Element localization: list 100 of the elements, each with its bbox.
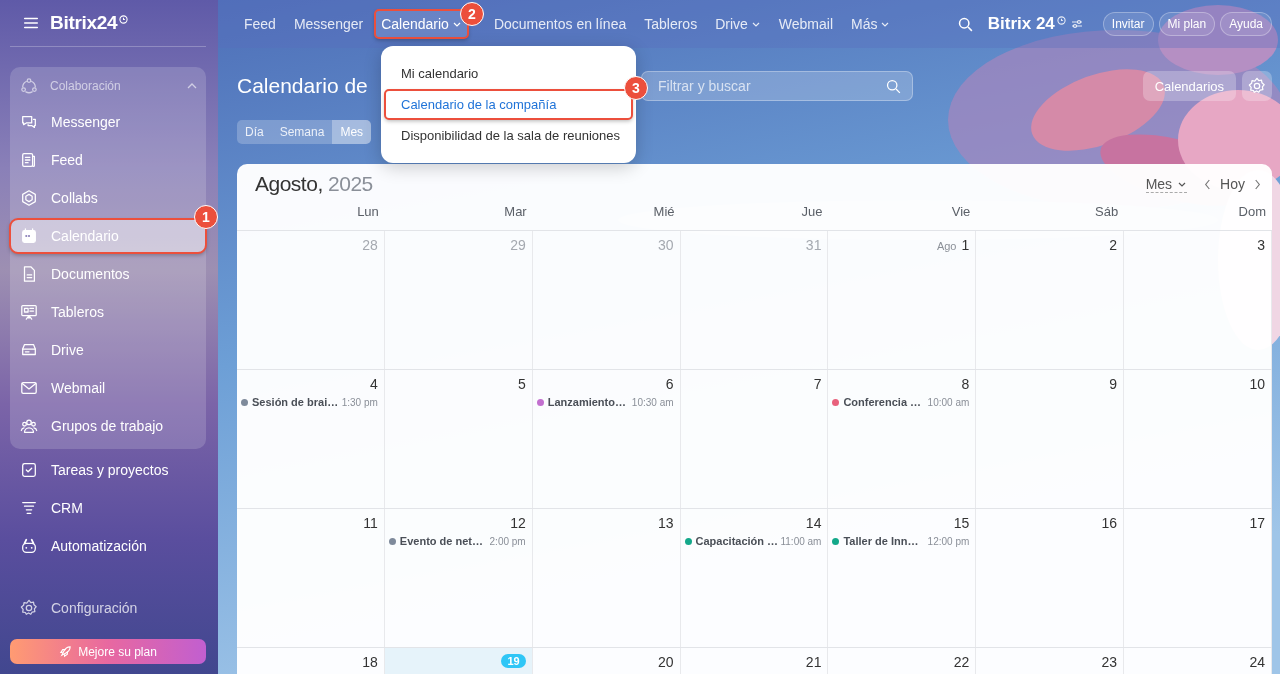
day-number: 7 [813, 376, 822, 392]
day-number: 18 [362, 654, 378, 670]
event-time: 10:30 am [631, 396, 674, 408]
sidebar-item[interactable]: Grupos de trabajo [10, 409, 206, 443]
feed-icon [20, 151, 38, 169]
day-cell[interactable]: 15 Taller de Inn… 12:00 pm [828, 509, 977, 647]
day-cell[interactable]: 9 [976, 370, 1125, 508]
settings-button[interactable] [1242, 71, 1272, 101]
event-time: 10:00 am [927, 396, 970, 408]
nav-link[interactable]: Feed [238, 10, 282, 38]
sidebar-item[interactable]: CRM [10, 491, 206, 525]
nav-link[interactable]: Webmail [772, 10, 839, 38]
day-number: 29 [510, 237, 526, 253]
gear-icon [1248, 77, 1266, 95]
event-title[interactable]: Lanzamiento… [547, 396, 628, 408]
day-number: 14 [805, 515, 822, 531]
day-cell[interactable]: 12 Evento de net… 2:00 pm [384, 509, 533, 647]
day-cell[interactable]: 2 [976, 231, 1125, 369]
sliders-icon[interactable] [1069, 17, 1084, 31]
weekday-label: Jue [800, 204, 824, 221]
day-cell[interactable]: 22 [828, 648, 977, 674]
day-number: 21 [805, 654, 822, 670]
event-title[interactable]: Conferencia … [843, 396, 924, 408]
callout-badge: 1 [194, 205, 218, 229]
sidebar-item[interactable]: Tareas y proyectos [10, 453, 206, 487]
search-icon[interactable] [956, 15, 974, 33]
event-title[interactable]: Capacitación … [695, 535, 777, 547]
day-cell[interactable]: 10 [1124, 370, 1272, 508]
weekday-label: Mié [652, 204, 676, 221]
search-input[interactable]: Filtrar y buscar [656, 77, 885, 95]
funnel-icon [20, 499, 38, 517]
event-title[interactable]: Evento de net… [399, 535, 486, 547]
sidebar-item[interactable]: Webmail [10, 371, 206, 405]
settings-icon [20, 599, 38, 617]
menu-item[interactable]: Disponibilidad de la sala de reuniones [385, 121, 632, 150]
day-cell[interactable]: 21 [680, 648, 829, 674]
day-number: 20 [658, 654, 674, 670]
day-number: 13 [658, 515, 674, 531]
weekday-label: Lun [356, 204, 380, 221]
day-number: 3 [1257, 237, 1265, 253]
checkbox-icon [20, 461, 38, 479]
day-cell[interactable]: 8 Conferencia … 10:00 am [828, 370, 977, 508]
day-cell[interactable]: 20 [532, 648, 681, 674]
event-time: 11:00 am [780, 535, 822, 547]
day-number: 22 [953, 654, 970, 670]
day-number: 9 [1109, 376, 1118, 392]
settings-item[interactable]: Configuración [10, 591, 206, 625]
day-number: 17 [1249, 515, 1265, 531]
rocket-icon [59, 645, 73, 658]
nav-link[interactable]: Más [845, 10, 897, 38]
robot-icon [20, 537, 38, 555]
search-icon[interactable] [885, 77, 902, 95]
day-cell[interactable]: 16 [976, 509, 1125, 647]
day-cell[interactable]: 14 Capacitación … 11:00 am [680, 509, 829, 647]
day-cell[interactable]: 3 [1124, 231, 1272, 369]
day-cell[interactable]: Ago 1 [828, 231, 977, 369]
day-number: 30 [658, 237, 674, 253]
nav-link[interactable]: Documentos en línea [487, 10, 633, 38]
event-title[interactable]: Taller de Inn… [843, 535, 924, 547]
sidebar-item[interactable]: Automatización [10, 529, 206, 563]
nav-link[interactable]: Tableros [638, 10, 704, 38]
day-number: 5 [517, 376, 526, 392]
chat-icon [20, 113, 38, 131]
nav-link[interactable]: Messenger [287, 10, 370, 38]
day-number: 11 [363, 515, 378, 531]
day-number: 31 [805, 237, 822, 253]
day-cell[interactable]: 5 [384, 370, 533, 508]
weekday-label: Mar [503, 204, 528, 221]
day-cell[interactable]: 23 [976, 648, 1125, 674]
weekday-label: Dom [1237, 204, 1267, 221]
view-dropdown[interactable]: Mes [1145, 175, 1188, 193]
chevron-left-icon[interactable] [1203, 177, 1213, 191]
board-icon [20, 303, 38, 321]
day-cell[interactable]: 13 [532, 509, 681, 647]
day-cell[interactable]: 18 [237, 648, 385, 674]
nav-link[interactable]: Calendario [375, 10, 468, 38]
nav-link[interactable]: Drive [709, 10, 767, 38]
chevron-right-icon[interactable] [1253, 177, 1262, 191]
group-label: Colaboración [50, 79, 122, 93]
day-number: 28 [362, 237, 378, 253]
event-time: 1:30 pm [341, 396, 378, 408]
hexagon-icon [20, 189, 38, 207]
day-cell[interactable]: 11 [237, 509, 385, 647]
event-title[interactable]: Sesión de brai… [252, 396, 338, 408]
clock-icon [1056, 15, 1066, 25]
search-field[interactable]: Filtrar y buscar [641, 71, 913, 101]
day-cell[interactable]: 6 Lanzamiento… 10:30 am [532, 370, 681, 508]
month-title: Agosto, 2025 [255, 172, 373, 196]
day-cell[interactable]: 17 [1124, 509, 1272, 647]
day-cell[interactable]: 24 [1124, 648, 1272, 674]
header-button[interactable]: Invitar [1102, 12, 1154, 36]
day-number: 6 [665, 376, 674, 392]
page-title: Calendario de [237, 74, 368, 98]
logo-text[interactable]: Bitrix24 [50, 12, 118, 34]
day-cell[interactable]: 7 [680, 370, 829, 508]
month-label: Ago [936, 240, 957, 252]
today-button[interactable]: Hoy [1220, 176, 1245, 192]
day-number: 1 [961, 237, 970, 253]
day-cell[interactable]: 4 Sesión de brai… 1:30 pm [237, 370, 385, 508]
day-number: 2 [1109, 237, 1118, 253]
